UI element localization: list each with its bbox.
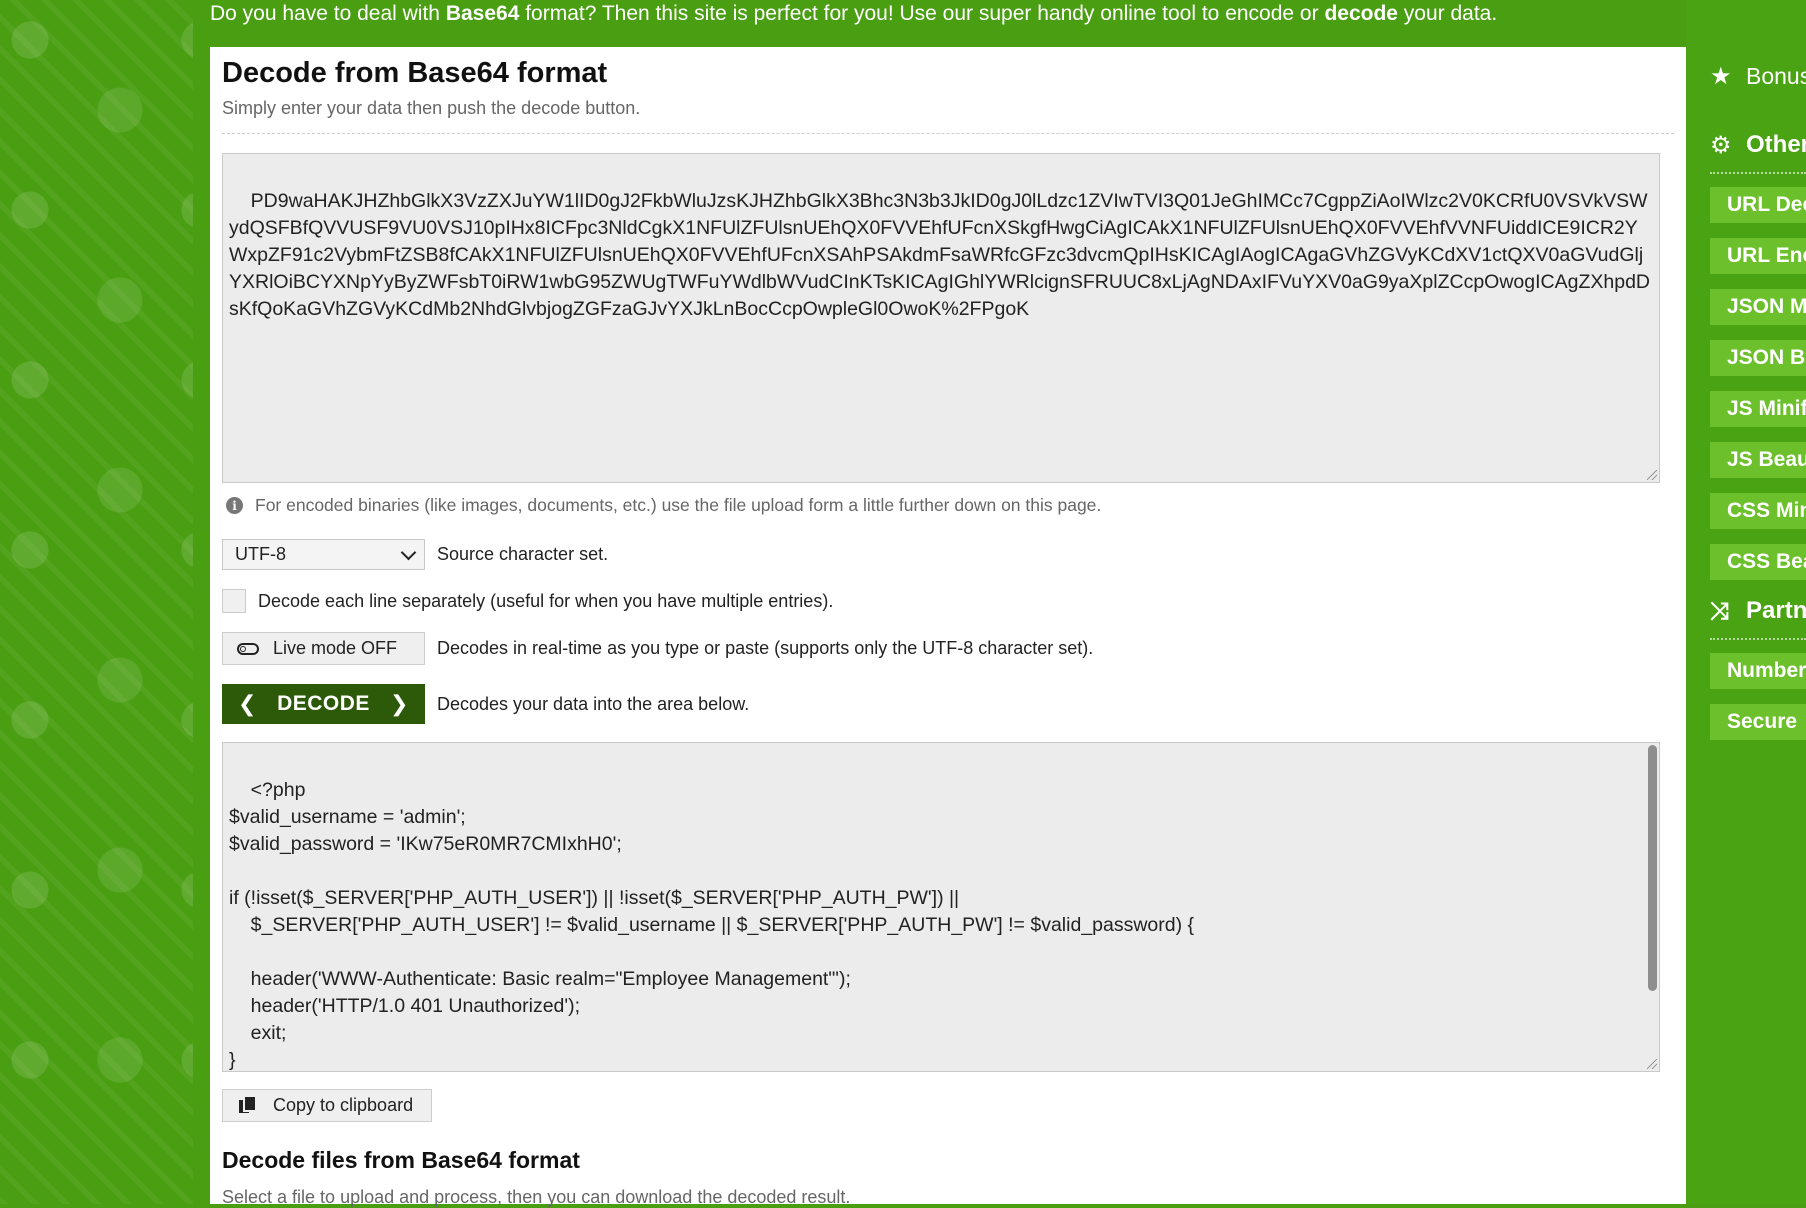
sidebar-item-url-encode[interactable]: URL Encode (1710, 238, 1806, 274)
live-mode-desc: Decodes in real-time as you type or past… (437, 638, 1094, 658)
banner-text-3: your data. (1397, 2, 1498, 25)
scrollbar[interactable] (1648, 745, 1657, 991)
sidebar-other-label: Other (1746, 131, 1806, 158)
sidebar-divider (1710, 638, 1806, 640)
charset-value: UTF-8 (235, 544, 286, 564)
charset-label: Source character set. (437, 544, 609, 564)
input-textarea[interactable]: PD9waHAKJHZhbGlkX3VzZXJuYW1lID0gJ2FkbWlu… (222, 153, 1660, 483)
info-icon: i (226, 497, 243, 514)
charset-select[interactable]: UTF-8 (222, 539, 425, 570)
copy-label: Copy to clipboard (273, 1095, 414, 1115)
sidebar-item-secure[interactable]: Secure (1710, 704, 1806, 740)
chevron-right-icon: ❯ (390, 691, 409, 717)
banner-bold-1: Base64 (445, 2, 520, 25)
sidebar-item-number[interactable]: Number (1710, 653, 1806, 689)
info-note: i For encoded binaries (like images, doc… (226, 495, 1101, 516)
resize-handle[interactable] (1647, 470, 1657, 480)
sidebar-bonus-label: Bonus (1746, 62, 1806, 89)
live-mode-label: Live mode OFF (273, 638, 398, 658)
sidebar: ★ Bonus ⚙ Other URL Decode URL Encode JS… (1710, 0, 1806, 1204)
banner-text-2: format? Then this site is perfect for yo… (519, 2, 1325, 25)
live-mode-row: Live mode OFF Decodes in real-time as yo… (222, 632, 1093, 665)
output-textarea[interactable]: <?php $valid_username = 'admin'; $valid_… (222, 742, 1660, 1072)
chevron-down-icon (400, 544, 417, 560)
sidebar-item-js-beautify[interactable]: JS Beautify (1710, 442, 1806, 478)
decode-row: ❮ DECODE ❯ Decodes your data into the ar… (222, 684, 749, 724)
sidebar-partners: ⤨ Partners (1710, 597, 1806, 625)
output-text: <?php $valid_username = 'admin'; $valid_… (229, 779, 1195, 1071)
sidebar-item-json-minify[interactable]: JSON Minify (1710, 289, 1806, 325)
charset-row: UTF-8 Source character set. (222, 539, 608, 570)
sidebar-item-css-beautify[interactable]: CSS Beautify (1710, 544, 1806, 580)
sidebar-partners-label: Partners (1746, 597, 1806, 624)
files-title: Decode files from Base64 format (222, 1147, 580, 1173)
sidebar-bonus[interactable]: ★ Bonus (1710, 62, 1806, 90)
info-text: For encoded binaries (like images, docum… (255, 495, 1102, 515)
live-mode-toggle[interactable]: Live mode OFF (222, 632, 425, 665)
files-subtitle: Select a file to upload and process, the… (222, 1187, 851, 1207)
banner-text-1: Do you have to deal with (210, 2, 446, 25)
star-icon: ★ (1710, 62, 1732, 90)
decode-label: DECODE (277, 692, 370, 715)
shuffle-icon: ⤨ (1710, 597, 1730, 625)
sidebar-other: ⚙ Other (1710, 131, 1806, 159)
main-content: Decode from Base64 format Simply enter y… (210, 47, 1686, 1207)
sidebar-item-json-beautify[interactable]: JSON Beautify (1710, 340, 1806, 376)
sidebar-item-js-minify[interactable]: JS Minify (1710, 391, 1806, 427)
chevron-left-icon: ❮ (238, 691, 257, 717)
banner-bold-2: decode (1324, 2, 1398, 25)
sidebar-item-css-minify[interactable]: CSS Minify (1710, 493, 1806, 529)
page-subtitle: Simply enter your data then push the dec… (222, 98, 641, 118)
top-banner: Do you have to deal with Base64 format? … (210, 0, 1690, 46)
toggle-icon (237, 642, 259, 655)
decode-button[interactable]: ❮ DECODE ❯ (222, 684, 425, 724)
each-line-label: Decode each line separately (useful for … (258, 590, 834, 611)
sidebar-item-url-decode[interactable]: URL Decode (1710, 187, 1806, 223)
copy-button[interactable]: Copy to clipboard (222, 1089, 432, 1122)
input-text: PD9waHAKJHZhbGlkX3VzZXJuYW1lID0gJ2FkbWlu… (229, 190, 1651, 320)
background-pattern (0, 0, 193, 1204)
copy-icon (239, 1097, 255, 1114)
gear-icon: ⚙ (1710, 131, 1732, 159)
each-line-checkbox[interactable] (222, 589, 246, 613)
decode-desc: Decodes your data into the area below. (437, 693, 750, 714)
sidebar-divider (1710, 172, 1806, 174)
resize-handle[interactable] (1647, 1059, 1657, 1069)
page-title: Decode from Base64 format (222, 57, 608, 89)
each-line-row: Decode each line separately (useful for … (222, 589, 833, 613)
divider (222, 133, 1674, 134)
